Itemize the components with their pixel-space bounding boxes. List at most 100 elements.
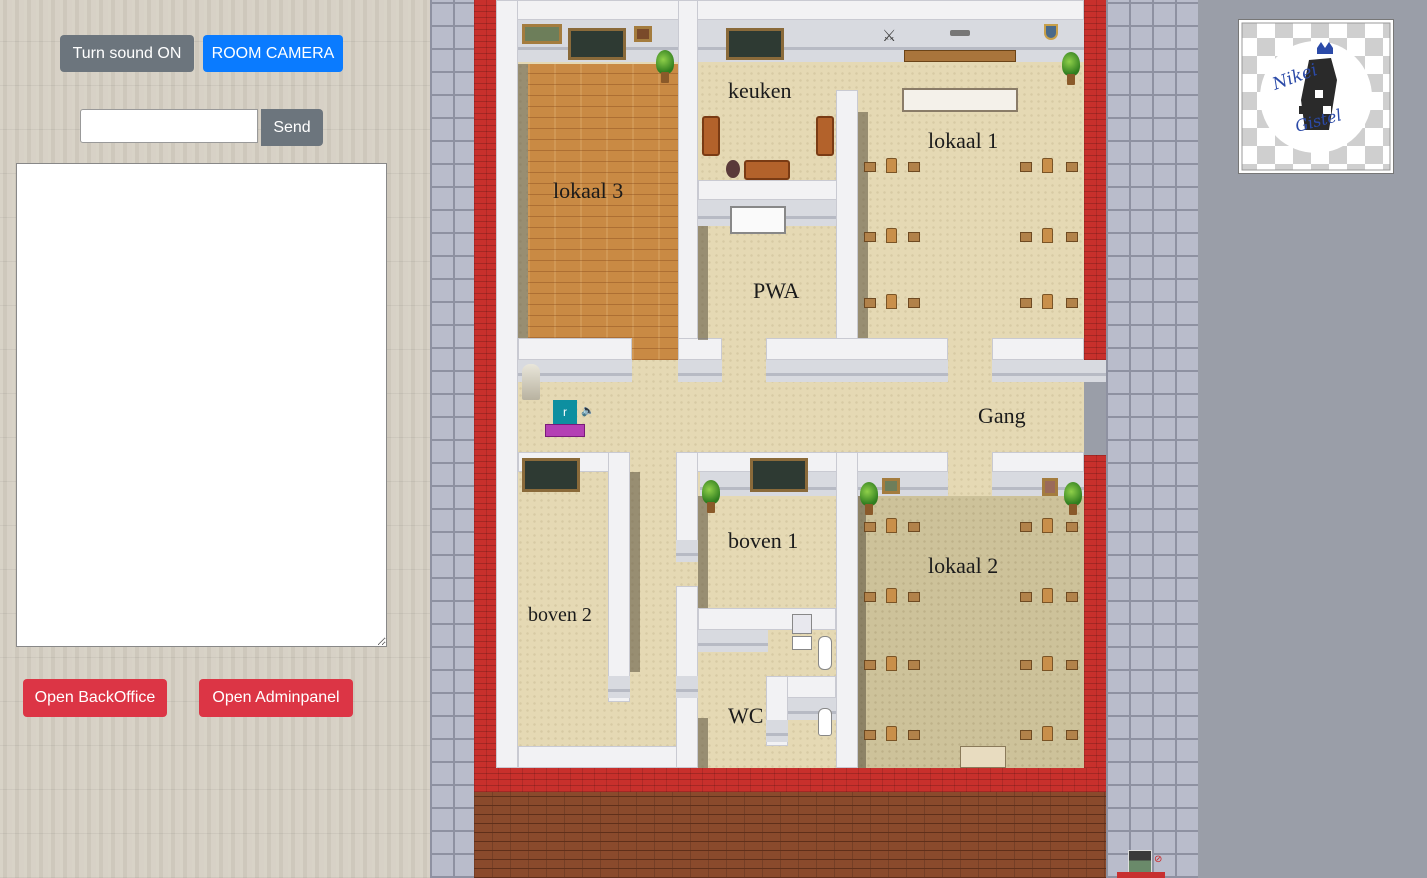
desk-icon xyxy=(1066,298,1078,308)
room-label-pwa: PWA xyxy=(753,278,800,303)
chair-icon xyxy=(1042,588,1053,603)
wall-face xyxy=(678,360,722,382)
room-label-boven2: boven 2 xyxy=(528,604,592,626)
armchair-icon xyxy=(702,116,720,156)
speaker-icon[interactable]: 🔈 xyxy=(581,404,595,417)
shelf-icon xyxy=(904,50,1016,62)
chalkboard-icon xyxy=(522,458,580,492)
desk-icon xyxy=(1020,592,1032,602)
wall-face xyxy=(766,720,788,742)
wall xyxy=(518,338,632,360)
wall-face xyxy=(676,676,698,698)
mirror-icon xyxy=(792,614,812,634)
portrait-icon xyxy=(1042,478,1058,496)
outer-wall-left xyxy=(474,0,496,792)
wall xyxy=(992,452,1084,472)
desk-icon xyxy=(908,162,920,172)
chair-icon xyxy=(886,588,897,603)
desk-icon xyxy=(864,522,876,532)
wall-face xyxy=(992,360,1106,382)
open-backoffice-button[interactable]: Open BackOffice xyxy=(23,679,167,717)
chalkboard-icon xyxy=(726,28,784,60)
wall-lokaal3-east xyxy=(678,0,698,360)
desk-icon xyxy=(1066,522,1078,532)
sofa-icon xyxy=(744,160,790,180)
desk-icon xyxy=(1066,592,1078,602)
wall-boven2-east xyxy=(608,452,630,702)
room-label-wc: WC xyxy=(728,703,764,728)
outer-wall-right-bottom xyxy=(1084,455,1106,792)
room-camera-button[interactable]: ROOM CAMERA xyxy=(203,35,343,72)
wall-lokaal2-west xyxy=(836,452,858,768)
outer-wall-right-top xyxy=(1084,0,1106,360)
desk-icon xyxy=(908,298,920,308)
wall-face xyxy=(676,540,698,562)
room-label-lokaal3: lokaal 3 xyxy=(553,178,624,203)
crossed-swords-icon: ⚔ xyxy=(882,28,897,45)
chair-icon xyxy=(886,158,897,173)
statue-icon xyxy=(522,364,540,400)
wall xyxy=(678,338,722,360)
stool-icon xyxy=(726,160,740,178)
game-map[interactable]: ⚔ keuken lokaal 1 lokaal 3 PWA Gang bove… xyxy=(430,0,1198,878)
desk-icon xyxy=(1020,232,1032,242)
chair-icon xyxy=(1042,158,1053,173)
teacher-desk-icon xyxy=(960,746,1006,768)
wall-face xyxy=(766,360,948,382)
armchair-icon xyxy=(816,116,834,156)
send-button[interactable]: Send xyxy=(261,109,323,146)
wall xyxy=(518,746,698,768)
desk-icon xyxy=(864,232,876,242)
desk-icon xyxy=(864,730,876,740)
desk-icon xyxy=(908,592,920,602)
chalkboard-icon xyxy=(750,458,808,492)
chalkboard-icon xyxy=(568,28,626,60)
kitchen-counter-icon xyxy=(902,88,1018,112)
stone-wall-left xyxy=(430,0,474,878)
shadow xyxy=(630,472,640,672)
plant-icon xyxy=(860,482,878,516)
wall-face xyxy=(698,630,768,652)
wall-top xyxy=(496,0,1084,20)
player-avatar[interactable]: r xyxy=(553,400,577,424)
sword-rack-icon xyxy=(950,30,970,36)
shadow xyxy=(518,64,528,338)
open-adminpanel-button[interactable]: Open Adminpanel xyxy=(199,679,353,717)
mute-icon: ⊘ xyxy=(1154,854,1163,865)
plant-icon xyxy=(702,480,720,514)
wall xyxy=(676,452,948,472)
desk-icon xyxy=(1066,162,1078,172)
chair-icon xyxy=(886,294,897,309)
npc-name-tag xyxy=(1117,872,1165,878)
room-label-lokaal2: lokaal 2 xyxy=(928,553,999,578)
chat-log[interactable] xyxy=(16,163,387,647)
floor-lokaal3 xyxy=(528,64,678,360)
desk-icon xyxy=(1020,660,1032,670)
chair-icon xyxy=(1042,294,1053,309)
shadow xyxy=(698,718,708,768)
wall-boven1-south xyxy=(698,608,836,630)
desk-icon xyxy=(1066,730,1078,740)
whiteboard-icon xyxy=(730,206,786,234)
checkerboard-logo-icon: Nikei Gistel xyxy=(1241,22,1391,171)
wall xyxy=(992,338,1084,360)
plant-icon xyxy=(1062,52,1080,86)
room-label-gang: Gang xyxy=(978,403,1026,428)
room-label-boven1: boven 1 xyxy=(728,528,799,553)
wall-keuken-south xyxy=(698,180,838,200)
wall-left-inner xyxy=(496,0,518,768)
stone-wall-right xyxy=(1106,0,1198,878)
desk-icon xyxy=(908,522,920,532)
wall xyxy=(766,338,948,360)
desk-icon xyxy=(1066,660,1078,670)
outer-wall-bottom xyxy=(474,768,1106,792)
wall-keuken-east xyxy=(836,90,858,340)
painting-icon xyxy=(522,24,562,44)
portrait-icon xyxy=(634,26,652,42)
painting-icon xyxy=(882,478,900,494)
chair-icon xyxy=(1042,228,1053,243)
wall-face xyxy=(608,676,630,698)
sound-toggle-button[interactable]: Turn sound ON xyxy=(60,35,194,72)
desk-icon xyxy=(908,660,920,670)
chat-input[interactable] xyxy=(80,109,258,143)
